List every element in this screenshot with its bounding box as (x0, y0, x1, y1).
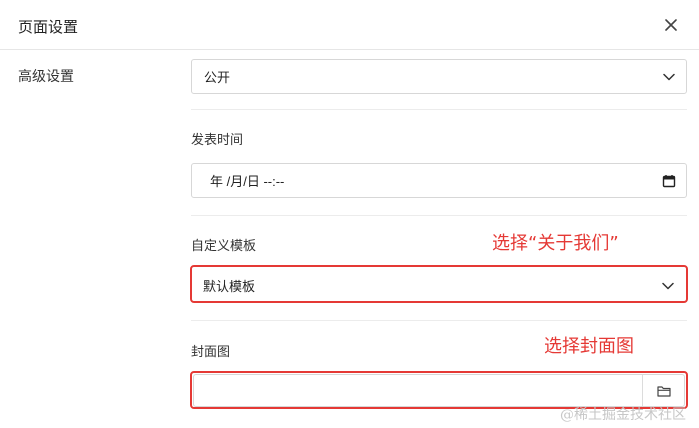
publish-time-placeholder: 年 /月/日 --:-- (210, 174, 285, 189)
publish-time-input[interactable]: 年 /月/日 --:-- (191, 163, 687, 198)
section-label-advanced: 高级设置 (18, 68, 74, 84)
visibility-select[interactable]: 公开 (191, 59, 687, 94)
visibility-value: 公开 (204, 70, 231, 85)
cover-label: 封面图 (191, 344, 231, 359)
divider (191, 215, 687, 216)
template-highlight-box (190, 265, 688, 303)
cover-annotation: 选择封面图 (544, 336, 634, 357)
divider (191, 320, 687, 321)
chevron-down-icon (652, 60, 686, 93)
divider (191, 109, 687, 110)
calendar-icon[interactable] (652, 164, 686, 197)
template-label: 自定义模板 (191, 238, 257, 253)
page-settings-dialog: 页面设置 高级设置 公开 发表时间 年 /月/日 --:-- 自定义模板 选择“… (0, 0, 699, 428)
dialog-body: 高级设置 公开 发表时间 年 /月/日 --:-- 自定义模板 选择“关于我们”… (0, 50, 699, 428)
dialog-title: 页面设置 (18, 19, 79, 36)
dialog-header: 页面设置 (0, 0, 699, 50)
watermark: @稀土掘金技术社区 (560, 407, 686, 423)
close-icon (665, 19, 677, 31)
publish-time-label: 发表时间 (191, 132, 244, 147)
template-annotation: 选择“关于我们” (492, 233, 619, 254)
close-button[interactable] (658, 12, 684, 38)
